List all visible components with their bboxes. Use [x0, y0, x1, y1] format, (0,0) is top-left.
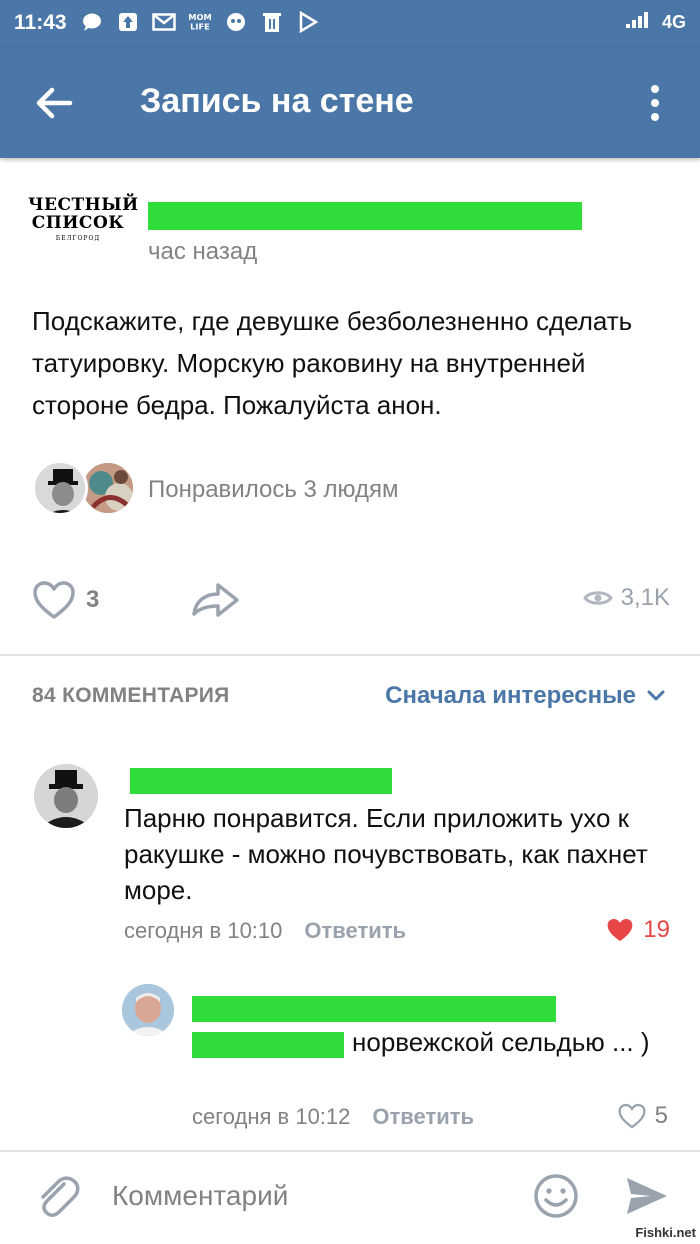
- share-button[interactable]: [190, 580, 242, 620]
- send-button[interactable]: [624, 1174, 670, 1218]
- avatar: [80, 460, 136, 516]
- status-right: 4G: [624, 10, 686, 35]
- network-type: 4G: [661, 12, 686, 32]
- comment-like-button[interactable]: 5: [617, 1102, 668, 1130]
- group-logo-line3: БЕЛГОРОД: [55, 235, 101, 242]
- comment-time: сегодня в 10:12: [192, 1104, 351, 1129]
- comment: Парню понравится. Если приложить ухо к р…: [0, 760, 700, 950]
- eye-icon: [582, 591, 613, 605]
- app-bar: Запись на стене: [0, 48, 700, 158]
- signal-icon: [624, 10, 654, 35]
- comment-meta: сегодня в 10:12 Ответить: [192, 1104, 474, 1130]
- liked-by[interactable]: Понравилось 3 людям: [32, 460, 682, 520]
- section-divider: [0, 654, 700, 656]
- comment-input[interactable]: Комментарий: [112, 1180, 288, 1212]
- more-button[interactable]: [640, 78, 670, 128]
- attach-button[interactable]: [34, 1172, 80, 1220]
- comment-meta: сегодня в 10:10 Ответить: [124, 918, 406, 944]
- bot-icon: [224, 10, 248, 34]
- heart-outline-icon: [33, 581, 75, 619]
- chat-bubble-icon: [80, 10, 104, 34]
- comment-time: сегодня в 10:10: [124, 918, 283, 943]
- chevron-down-icon: [647, 690, 665, 701]
- heart-outline-icon: [618, 1103, 646, 1129]
- avatar[interactable]: [34, 764, 98, 828]
- redacted-author-name[interactable]: [130, 768, 392, 794]
- comments-count: 84 КОММЕНТАРИЯ: [32, 684, 230, 707]
- more-vertical-icon: [651, 85, 659, 121]
- play-store-icon: [296, 10, 320, 34]
- comment-composer: Комментарий Fishki.net: [0, 1152, 700, 1244]
- svg-text:LIFE: LIFE: [190, 21, 210, 31]
- post-header: ЧЕСТНЫЙ СПИСОК БЕЛГОРОД час назад: [0, 180, 700, 290]
- arrow-left-icon: [36, 87, 73, 119]
- status-time: 11:43: [14, 11, 67, 34]
- redacted-author-name[interactable]: [192, 996, 556, 1022]
- comment-like-button[interactable]: 19: [605, 916, 670, 944]
- mom-life-icon: MOM LIFE: [188, 10, 212, 34]
- status-bar: 11:43 MOM LIFE 4G: [0, 0, 700, 48]
- avatar: [32, 460, 88, 516]
- group-logo-line1: ЧЕСТНЫЙ: [28, 195, 139, 215]
- redacted-author-name[interactable]: [148, 202, 582, 230]
- comment-reply: норвежской сельдью ... ) сегодня в 10:12…: [0, 984, 700, 1134]
- share-arrow-icon: [192, 583, 239, 617]
- reply-button[interactable]: Ответить: [304, 918, 406, 944]
- notification-icons: MOM LIFE: [80, 10, 320, 34]
- trash-icon: [260, 10, 284, 34]
- smile-icon: [534, 1174, 578, 1218]
- heart-filled-icon: [607, 918, 633, 942]
- comment-like-count: 19: [643, 916, 670, 943]
- comment-text: Парню понравится. Если приложить ухо к р…: [124, 803, 648, 905]
- group-logo[interactable]: ЧЕСТНЫЙ СПИСОК БЕЛГОРОД: [28, 195, 139, 266]
- post-text: Подскажите, где девушке безболезненно сд…: [32, 306, 633, 420]
- group-logo-line2: СПИСОК: [31, 213, 125, 233]
- sort-label: Сначала интересные: [385, 682, 636, 709]
- post-time: час назад: [148, 238, 258, 265]
- send-icon: [627, 1178, 667, 1214]
- avatar[interactable]: [122, 984, 174, 1036]
- comments-header: 84 КОММЕНТАРИЯ Сначала интересные: [0, 672, 700, 720]
- comment-like-count: 5: [654, 1102, 668, 1129]
- views-counter: 3,1K: [582, 584, 670, 612]
- watermark: Fishki.net: [635, 1225, 696, 1240]
- paperclip-icon: [41, 1176, 80, 1217]
- views-count: 3,1K: [620, 584, 670, 611]
- page-title: Запись на стене: [140, 82, 414, 120]
- mail-icon: [152, 10, 176, 34]
- back-button[interactable]: [30, 78, 80, 128]
- post-actions: 3 3,1K: [0, 572, 700, 632]
- like-count: 3: [86, 586, 100, 613]
- liked-by-text: Понравилось 3 людям: [148, 476, 399, 503]
- emoji-button[interactable]: [532, 1172, 580, 1220]
- reply-button[interactable]: Ответить: [372, 1104, 474, 1130]
- like-button[interactable]: [32, 580, 76, 620]
- sort-dropdown[interactable]: Сначала интересные: [385, 682, 666, 710]
- upload-icon: [116, 10, 140, 34]
- comment-text: норвежской сельдью ... ): [352, 1027, 650, 1057]
